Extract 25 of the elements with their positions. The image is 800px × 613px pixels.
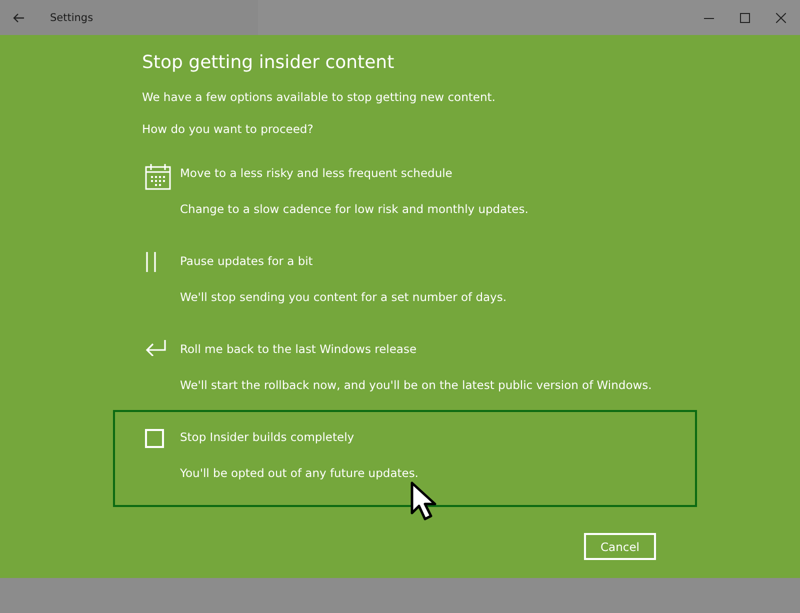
close-icon[interactable] (776, 12, 786, 22)
option-title: Move to a less risky and less frequent schedule (180, 165, 454, 182)
cancel-button[interactable]: Cancel (584, 533, 656, 560)
option-description: Change to a slow cadence for low risk and monthly updates. (180, 201, 528, 218)
intro-text: We have a few options available to stop getting new content. (142, 89, 496, 105)
intro-text: How do you want to proceed? (142, 121, 314, 137)
window-title: Settings (50, 12, 94, 24)
pause-icon (145, 252, 157, 272)
checkbox[interactable] (145, 429, 164, 448)
option-card[interactable]: Move to a less risky and less frequent schedule Change to a slow cadence for low risk and monthly updates. (113, 146, 697, 234)
return-arrow-icon (145, 340, 167, 356)
page-heading: Stop getting insider content (142, 51, 396, 75)
option-description: You'll be opted out of any future updates. (180, 465, 418, 482)
option-title: Roll me back to the last Windows release (180, 341, 418, 358)
option-description: We'll stop sending you content for a set number of days. (180, 289, 507, 306)
back-arrow-icon[interactable] (13, 12, 25, 22)
option-title: Pause updates for a bit (180, 253, 314, 270)
calendar-icon (145, 164, 171, 190)
option-card[interactable]: Stop Insider builds completely You'll be opted out of any future updates. (113, 410, 697, 507)
maximize-icon[interactable] (740, 12, 750, 22)
option-description: We'll start the rollback now, and you'll be on the latest public version of Windows. (180, 377, 652, 394)
option-card[interactable]: Pause updates for a bit We'll stop sending you content for a set number of days. (113, 234, 697, 322)
mouse-pointer-icon (410, 481, 438, 521)
option-title: Stop Insider builds completely (180, 429, 356, 446)
option-card[interactable]: Roll me back to the last Windows release We'll start the rollback now, and you'll be on the latest public version of Windows. (113, 322, 697, 410)
